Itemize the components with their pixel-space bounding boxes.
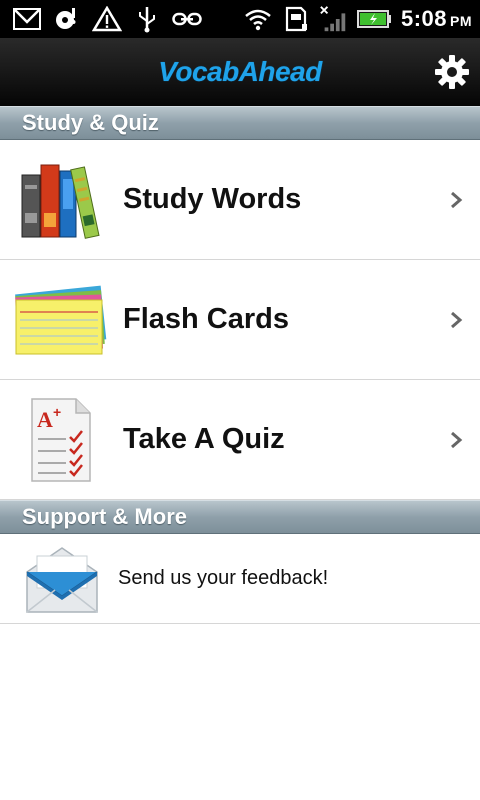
section-title: Study & Quiz bbox=[22, 110, 159, 135]
row-label: Flash Cards bbox=[123, 303, 289, 335]
quiz-paper-icon: A + bbox=[12, 392, 108, 488]
svg-text:A: A bbox=[37, 407, 53, 432]
link-icon bbox=[172, 4, 202, 34]
sd-card-icon bbox=[281, 4, 311, 34]
chevron-right-icon bbox=[446, 428, 466, 452]
usb-icon bbox=[132, 4, 162, 34]
chevron-right-icon bbox=[446, 308, 466, 332]
clock: 5:08 PM bbox=[401, 6, 472, 32]
list-item-study-words[interactable]: Study Words bbox=[0, 140, 480, 260]
status-bar: 5:08 PM bbox=[0, 0, 480, 38]
app-logo: VocabAhead bbox=[158, 56, 322, 87]
books-icon bbox=[12, 152, 108, 248]
signal-icon bbox=[319, 4, 349, 34]
gear-icon bbox=[435, 55, 469, 89]
section-header-study-quiz: Study & Quiz bbox=[0, 106, 480, 140]
svg-text:+: + bbox=[53, 404, 61, 420]
flashcards-icon bbox=[12, 272, 108, 368]
wifi-icon bbox=[243, 4, 273, 34]
battery-icon bbox=[356, 4, 393, 34]
clock-ampm: PM bbox=[450, 13, 472, 29]
section-header-support-more: Support & More bbox=[0, 500, 480, 534]
settings-button[interactable] bbox=[432, 52, 472, 92]
list-item-take-a-quiz[interactable]: A + Take A Quiz bbox=[0, 380, 480, 500]
row-label: Study Words bbox=[123, 183, 302, 215]
status-right-icons: 5:08 PM bbox=[243, 0, 480, 38]
clock-time: 5:08 bbox=[400, 6, 447, 31]
row-label: Take A Quiz bbox=[123, 423, 285, 455]
list-item-send-feedback[interactable]: Send us your feedback! bbox=[0, 534, 480, 624]
upload-icon bbox=[52, 4, 82, 34]
section-title: Support & More bbox=[22, 504, 187, 529]
app-title-bar: VocabAhead bbox=[0, 38, 480, 106]
gmail-icon bbox=[12, 4, 42, 34]
envelope-icon bbox=[22, 539, 102, 619]
chevron-right-icon bbox=[446, 188, 466, 212]
list-item-flash-cards[interactable]: Flash Cards bbox=[0, 260, 480, 380]
status-left-icons bbox=[0, 0, 202, 38]
row-label: Send us your feedback! bbox=[118, 567, 329, 589]
warning-icon bbox=[92, 4, 122, 34]
